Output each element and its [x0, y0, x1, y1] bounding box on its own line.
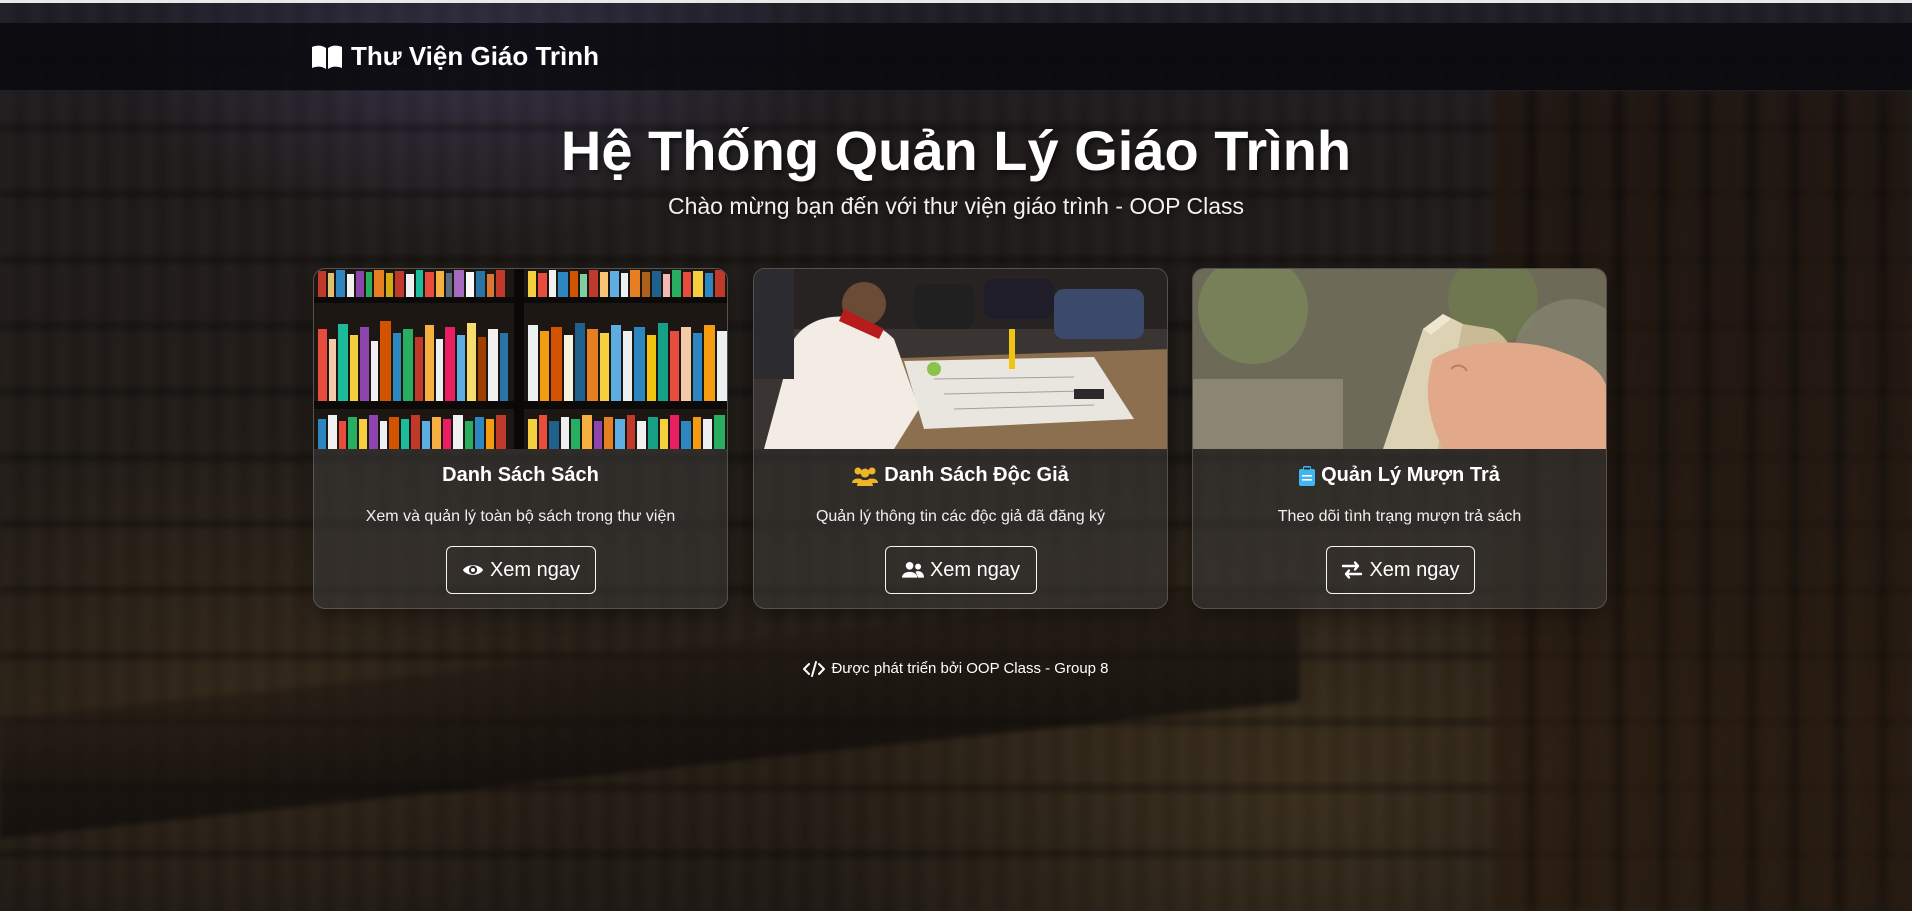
card-readers: Danh Sách Độc Giả Quản lý thông tin các … [753, 268, 1168, 609]
browser-top-edge [0, 0, 1912, 3]
exchange-arrows-icon [1342, 561, 1363, 579]
page-title: Hệ Thống Quản Lý Giáo Trình [560, 119, 1352, 182]
view-books-button[interactable]: Xem ngay [446, 546, 596, 594]
book-open-icon [312, 45, 342, 69]
card-title: Danh Sách Sách [314, 464, 727, 487]
bookshelf-photo [314, 269, 727, 449]
card-title-text: Danh Sách Sách [442, 464, 599, 486]
user-group-icon [901, 561, 924, 578]
card-description: Xem và quản lý toàn bộ sách trong thư vi… [365, 508, 676, 525]
button-label: Xem ngay [489, 558, 581, 581]
card-title-text: Danh Sách Độc Giả [884, 464, 1069, 486]
page-subtitle: Chào mừng bạn đến với thư viện giáo trìn… [667, 193, 1244, 219]
code-icon [803, 660, 826, 677]
card-borrowing: Quản Lý Mượn Trả Theo dõi tình trạng mượ… [1192, 268, 1607, 609]
card-title: Danh Sách Độc Giả [754, 464, 1167, 487]
card-books: Danh Sách Sách Xem và quản lý toàn bộ sá… [313, 268, 728, 609]
view-borrowing-button[interactable]: Xem ngay [1326, 546, 1475, 594]
footer: Được phát triển bởi OOP Class - Group 8 [0, 660, 1912, 677]
navbar-brand[interactable]: Thư Viện Giáo Trình [311, 41, 599, 72]
clipboard-icon [1299, 465, 1316, 486]
card-title-text: Quản Lý Mượn Trả [1321, 464, 1500, 486]
footer-text: Được phát triển bởi OOP Class - Group 8 [831, 660, 1109, 677]
button-label: Xem ngay [929, 558, 1021, 581]
navbar: Thư Viện Giáo Trình [0, 23, 1912, 91]
students-table-photo [754, 269, 1167, 449]
card-description: Theo dõi tình trạng mượn trả sách [1277, 508, 1522, 525]
eye-icon [462, 565, 484, 575]
brand-title: Thư Viện Giáo Trình [351, 41, 600, 71]
button-label: Xem ngay [1369, 558, 1460, 581]
card-title: Quản Lý Mượn Trả [1193, 464, 1606, 487]
view-readers-button[interactable]: Xem ngay [885, 546, 1037, 594]
hand-holding-book-photo [1193, 269, 1606, 449]
card-description: Quản lý thông tin các độc giả đã đăng ký [815, 508, 1106, 525]
users-icon [852, 467, 879, 486]
